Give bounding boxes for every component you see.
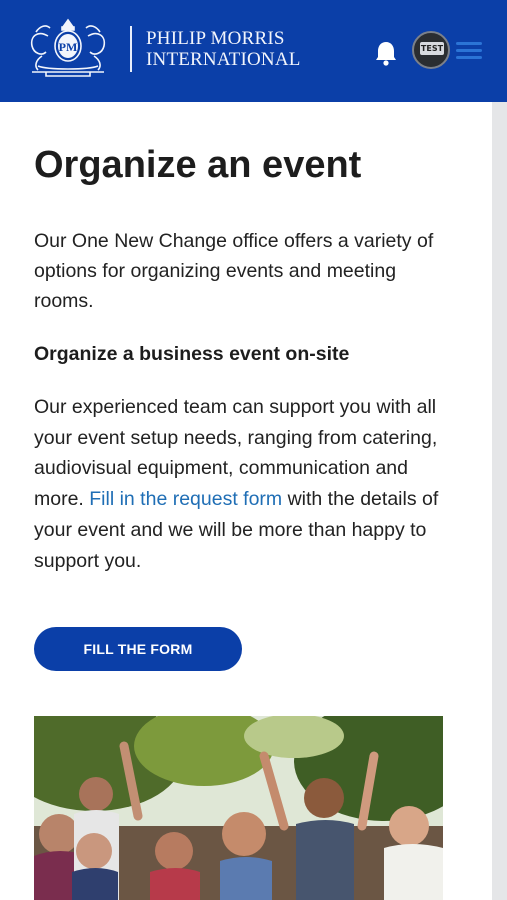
fill-the-form-button[interactable]: FILL THE FORM (34, 627, 242, 671)
intro-paragraph: Our One New Change office offers a varie… (34, 230, 434, 312)
avatar[interactable]: TEST (412, 31, 450, 69)
brand-line-1: PHILIP MORRIS (146, 28, 285, 49)
avatar-label: TEST (420, 42, 444, 55)
bell-icon[interactable] (374, 40, 398, 66)
menu-icon[interactable] (456, 38, 482, 64)
pmi-crest-logo[interactable]: PM (22, 16, 114, 82)
crest-monogram: PM (59, 40, 78, 54)
page-title: Organize an event (34, 144, 362, 186)
request-form-link[interactable]: Fill in the request form (89, 488, 282, 510)
body-paragraph: Our experienced team can support you wit… (34, 392, 452, 576)
section-heading: Organize a business event on-site (34, 343, 350, 365)
brand-wordmark[interactable]: PHILIP MORRIS INTERNATIONAL (146, 28, 301, 70)
event-photo (34, 716, 443, 900)
logo-divider (130, 26, 132, 72)
site-header: PM PHILIP MORRIS INTERNATIONAL TEST (0, 0, 507, 102)
scrollbar-track[interactable] (492, 102, 507, 900)
brand-line-2: INTERNATIONAL (146, 49, 301, 70)
